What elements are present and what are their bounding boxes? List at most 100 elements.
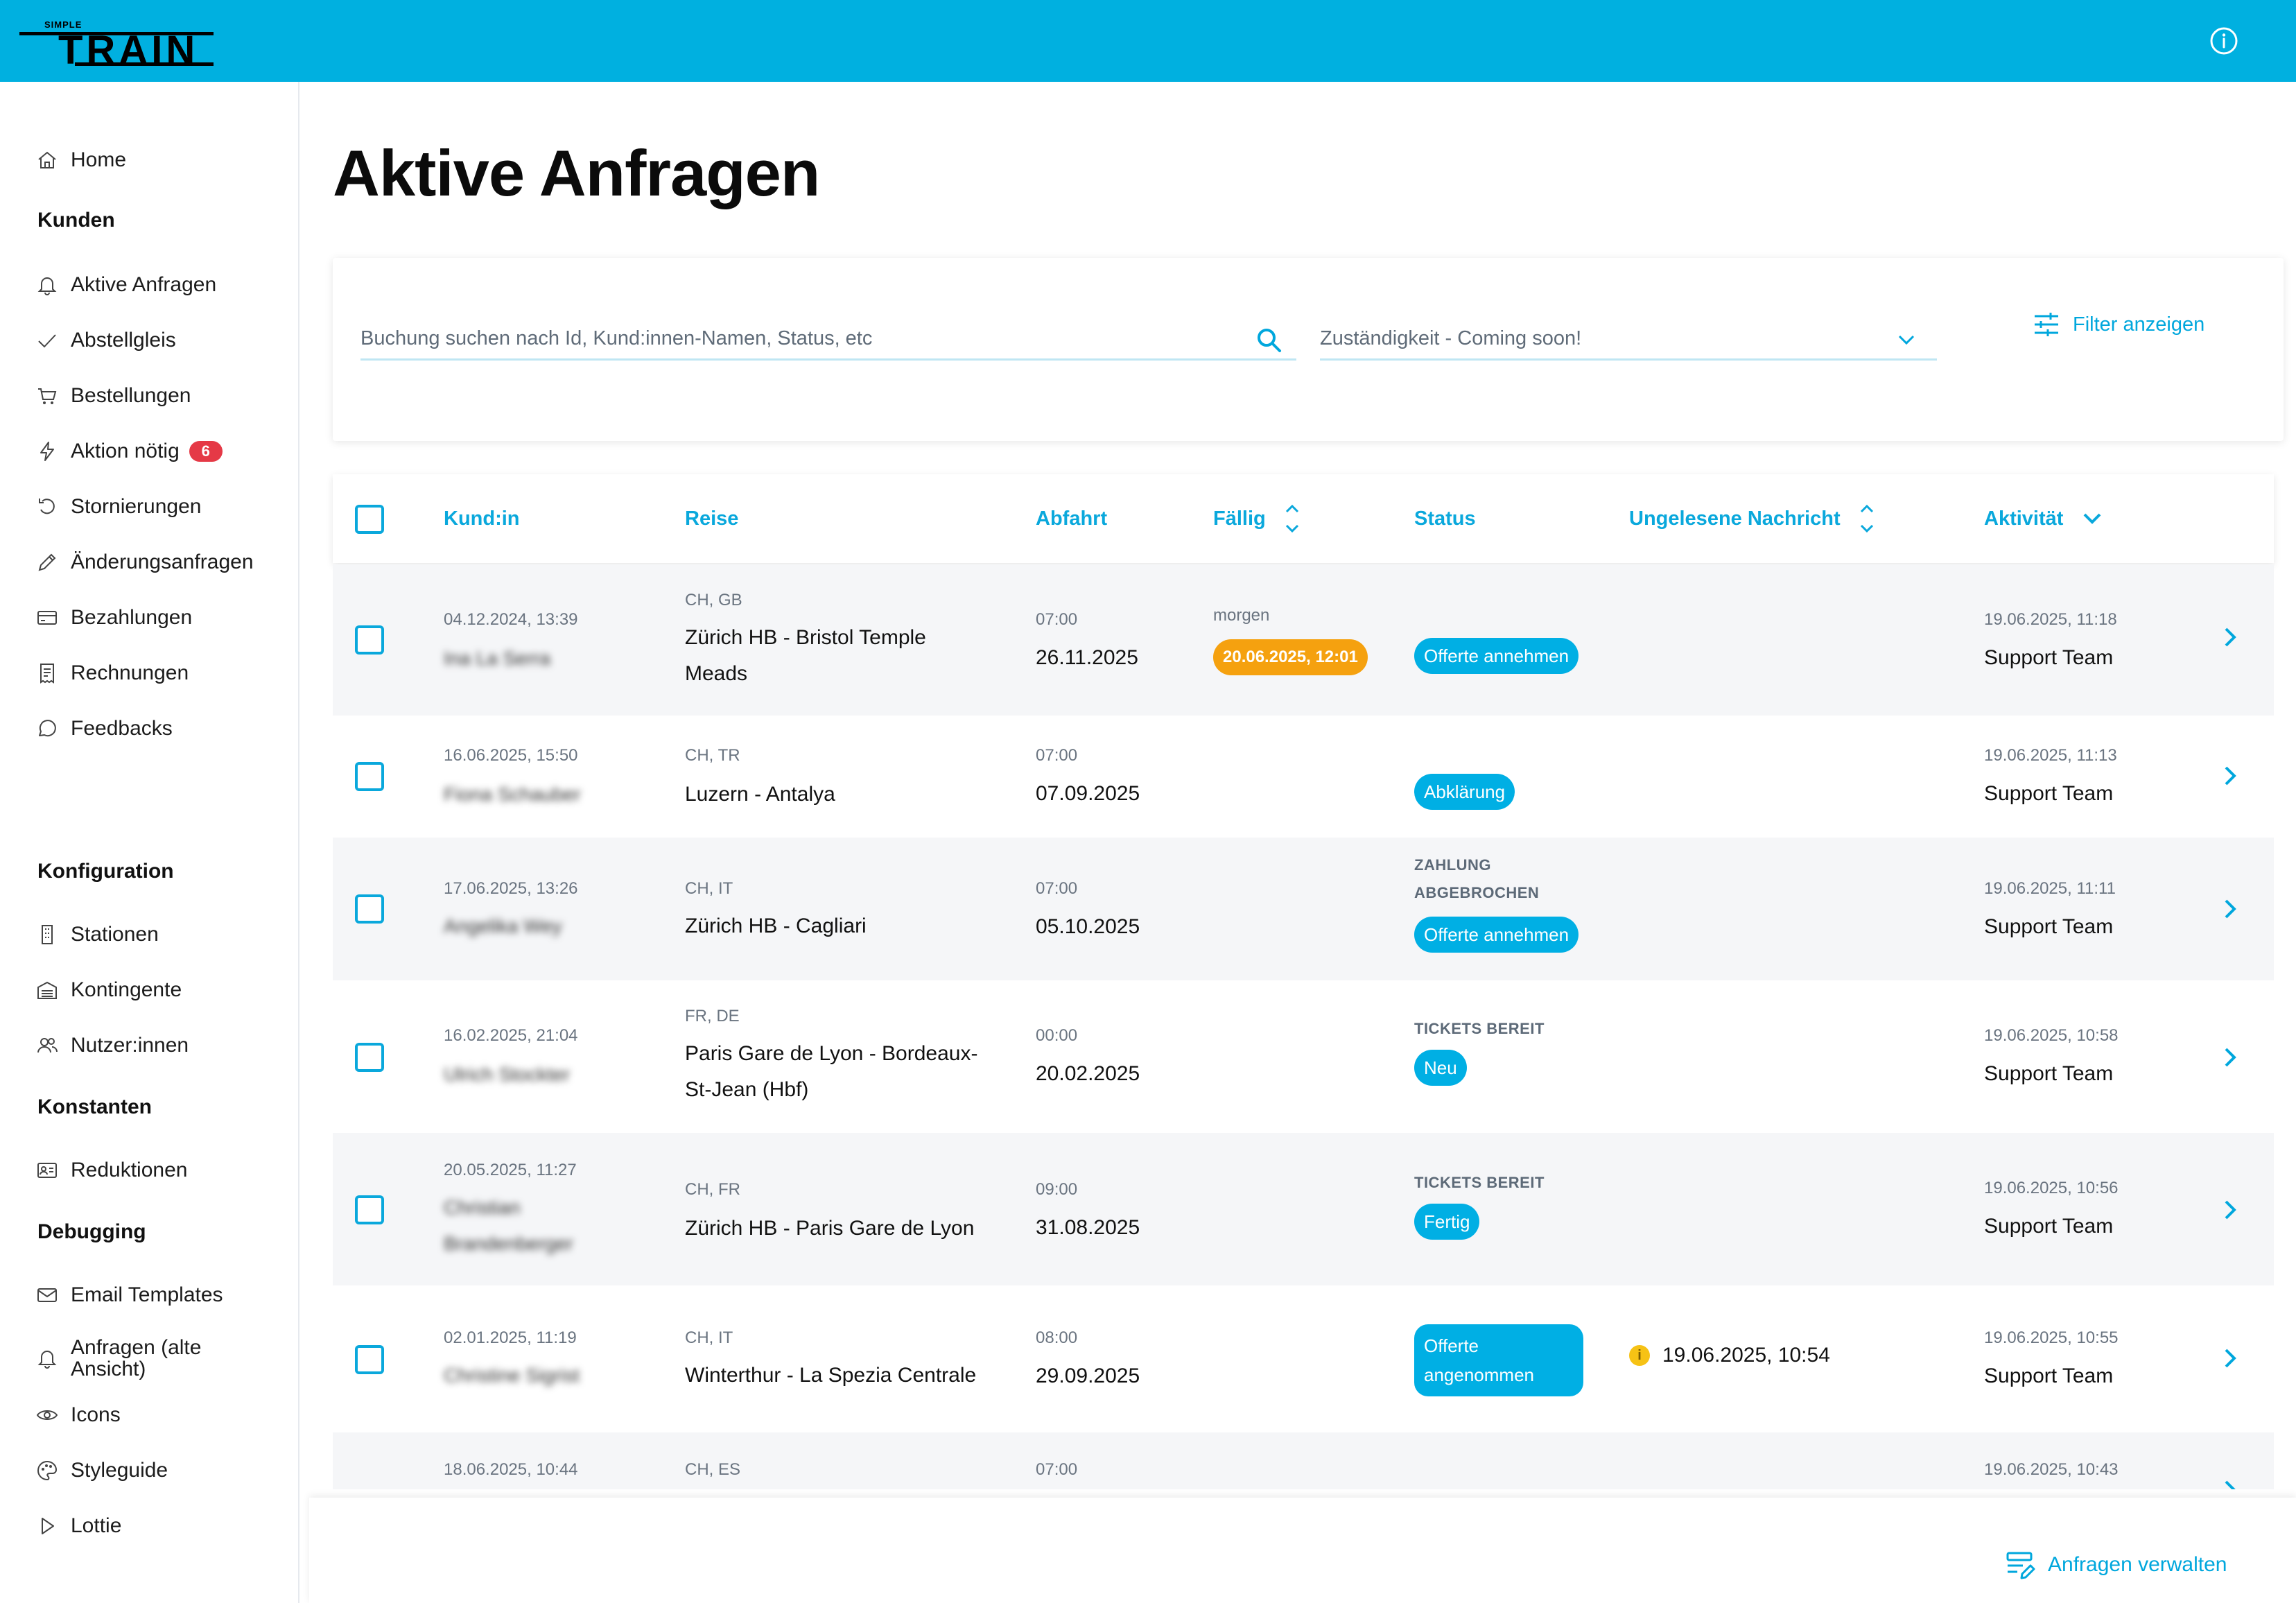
sidebar-item-label: Home (71, 148, 127, 171)
manage-requests-button[interactable]: Anfragen verwalten (2005, 1549, 2227, 1581)
table-row[interactable]: 02.01.2025, 11:19 Christine Sigrist CH, … (333, 1285, 2274, 1432)
sidebar-item-stationen[interactable]: Stationen (35, 917, 159, 952)
departure-date: 20.02.2025 (1036, 1062, 1140, 1085)
sidebar-item-aktive-anfragen[interactable]: Aktive Anfragen (35, 268, 216, 302)
table-row[interactable]: 17.06.2025, 13:26 Angelika Wey CH, IT Zü… (333, 838, 2274, 980)
sliders-icon (2035, 313, 2058, 336)
row-checkbox[interactable] (355, 625, 384, 655)
status-cell: Offerte annehmen (1414, 638, 1579, 674)
sidebar-item-feedbacks[interactable]: Feedbacks (35, 711, 173, 746)
manage-requests-label: Anfragen verwalten (2048, 1553, 2227, 1576)
customer-name: Christine Sigrist (444, 1364, 580, 1386)
departure-time: 08:00 (1036, 1328, 1078, 1347)
activity-by: Support Team (1984, 915, 2114, 938)
column-header-kunde[interactable]: Kund:in (444, 474, 520, 563)
sidebar-item-aktion-noetig[interactable]: Aktion nötig 6 (35, 434, 223, 469)
countries: CH, FR (685, 1180, 740, 1199)
search-input[interactable] (360, 319, 1227, 358)
sidebar-section-konfiguration: Konfiguration (37, 860, 174, 883)
chevron-right-icon[interactable] (2218, 1478, 2242, 1489)
created-date: 16.02.2025, 21:04 (444, 1026, 578, 1045)
sidebar-item-lottie[interactable]: Lottie (35, 1509, 121, 1543)
sidebar-item-label: Bestellungen (71, 384, 191, 407)
column-header-nachricht[interactable]: Ungelesene Nachricht (1629, 474, 1875, 563)
activity-time: 19.06.2025, 10:56 (1984, 1179, 2119, 1197)
sidebar-item-home[interactable]: Home (35, 143, 126, 177)
created-date: 18.06.2025, 10:44 (444, 1460, 578, 1479)
chevron-right-icon[interactable] (2218, 897, 2242, 921)
chevron-right-icon[interactable] (2218, 625, 2242, 649)
table-row[interactable]: 16.02.2025, 21:04 Ulrich Stockter FR, DE… (333, 980, 2274, 1133)
customer-name: Ina La Serra (444, 648, 551, 669)
page-title: Aktive Anfragen (333, 137, 820, 209)
countries: CH, IT (685, 1328, 733, 1347)
sidebar-item-reduktionen[interactable]: Reduktionen (35, 1153, 187, 1188)
departure-date: 07.09.2025 (1036, 782, 1140, 805)
row-checkbox[interactable] (355, 894, 384, 924)
chevron-right-icon[interactable] (2218, 1046, 2242, 1069)
sidebar-item-abstellgleis[interactable]: Abstellgleis (35, 323, 176, 358)
logo[interactable]: SIMPLE TRAIN (19, 18, 214, 71)
sidebar-item-email-templates[interactable]: Email Templates (35, 1278, 223, 1312)
sidebar-item-label: Anfragen (alte Ansicht) (71, 1336, 202, 1380)
sidebar-item-bezahlungen[interactable]: Bezahlungen (35, 600, 192, 635)
row-checkbox[interactable] (355, 1043, 384, 1072)
created-date: 16.06.2025, 15:50 (444, 746, 578, 765)
bottom-action-bar: Anfragen verwalten (309, 1498, 2296, 1603)
info-icon[interactable] (2209, 26, 2238, 55)
table-row[interactable]: 04.12.2024, 13:39 Ina La Serra CH, GB Zü… (333, 564, 2274, 716)
sidebar-item-rechnungen[interactable]: Rechnungen (35, 656, 189, 691)
sidebar-item-nutzerinnen[interactable]: Nutzer:innen (35, 1028, 189, 1063)
sidebar-item-anfragen-alt[interactable]: Anfragen (alte Ansicht) (35, 1334, 230, 1383)
chevron-right-icon[interactable] (2218, 1198, 2242, 1222)
responsibility-select[interactable]: Zuständigkeit - Coming soon! (1320, 319, 1937, 361)
column-header-status[interactable]: Status (1414, 474, 1476, 563)
sidebar-item-styleguide[interactable]: Styleguide (35, 1453, 168, 1488)
status-badge: Abklärung (1414, 774, 1515, 810)
column-header-faellig[interactable]: Fällig (1213, 474, 1301, 563)
chevron-right-icon[interactable] (2218, 764, 2242, 788)
cart-icon (35, 383, 60, 408)
sidebar-item-aenderungsanfragen[interactable]: Änderungsanfragen (35, 545, 254, 580)
sidebar-item-label: Stationen (71, 923, 159, 946)
sidebar-item-label: Icons (71, 1403, 121, 1426)
sidebar-item-bestellungen[interactable]: Bestellungen (35, 379, 191, 413)
status-cell: Offerte annehmen (1414, 917, 1579, 953)
countries: CH, GB (685, 591, 742, 609)
activity-by: Support Team (1984, 1364, 2114, 1387)
select-all-checkbox[interactable] (355, 505, 384, 534)
table-body: 04.12.2024, 13:39 Ina La Serra CH, GB Zü… (333, 564, 2274, 1489)
status-cell: Neu (1414, 1050, 1467, 1086)
sidebar-item-label: Aktive Anfragen (71, 273, 217, 296)
column-header-reise[interactable]: Reise (685, 474, 738, 563)
row-checkbox[interactable] (355, 1345, 384, 1374)
chat-bubble-icon (35, 716, 60, 741)
table-row[interactable]: 20.05.2025, 11:27 Christian Brandenberge… (333, 1133, 2274, 1285)
status-badge: Offerte annehmen (1414, 917, 1579, 953)
table-row[interactable]: 18.06.2025, 10:44 CH, ES 07:00 19.06.202… (333, 1432, 2274, 1489)
unread-message[interactable]: i 19.06.2025, 10:54 (1629, 1344, 1830, 1367)
row-checkbox[interactable] (355, 1195, 384, 1224)
customer-name: Fiona Schauber (444, 783, 581, 805)
info-dot-icon: i (1629, 1345, 1650, 1366)
row-checkbox[interactable] (355, 762, 384, 791)
chevron-right-icon[interactable] (2218, 1346, 2242, 1370)
departure-time: 07:00 (1036, 1460, 1078, 1479)
table-row[interactable]: 16.06.2025, 15:50 Fiona Schauber CH, TR … (333, 716, 2274, 838)
column-header-abfahrt[interactable]: Abfahrt (1036, 474, 1107, 563)
sidebar-item-stornierungen[interactable]: Stornierungen (35, 489, 201, 524)
logo-big-text: TRAIN (58, 28, 199, 73)
sidebar-item-kontingente[interactable]: Kontingente (35, 973, 182, 1007)
table-header: Kund:in Reise Abfahrt Fällig Status Unge… (333, 474, 2274, 563)
pencil-icon (35, 550, 60, 575)
sidebar: Home Kunden Aktive Anfragen Abstellgleis… (0, 82, 299, 1603)
sort-icon (1860, 504, 1873, 533)
lightning-icon (35, 439, 60, 464)
column-header-aktivitaet[interactable]: Aktivität (1984, 474, 2103, 563)
column-header-label: Status (1414, 507, 1476, 530)
due-label: morgen (1213, 606, 1270, 625)
sidebar-item-label: Abstellgleis (71, 329, 176, 352)
search-icon[interactable] (1255, 326, 1284, 355)
sidebar-item-icons[interactable]: Icons (35, 1398, 121, 1432)
filter-button[interactable]: Filter anzeigen (2033, 302, 2204, 347)
